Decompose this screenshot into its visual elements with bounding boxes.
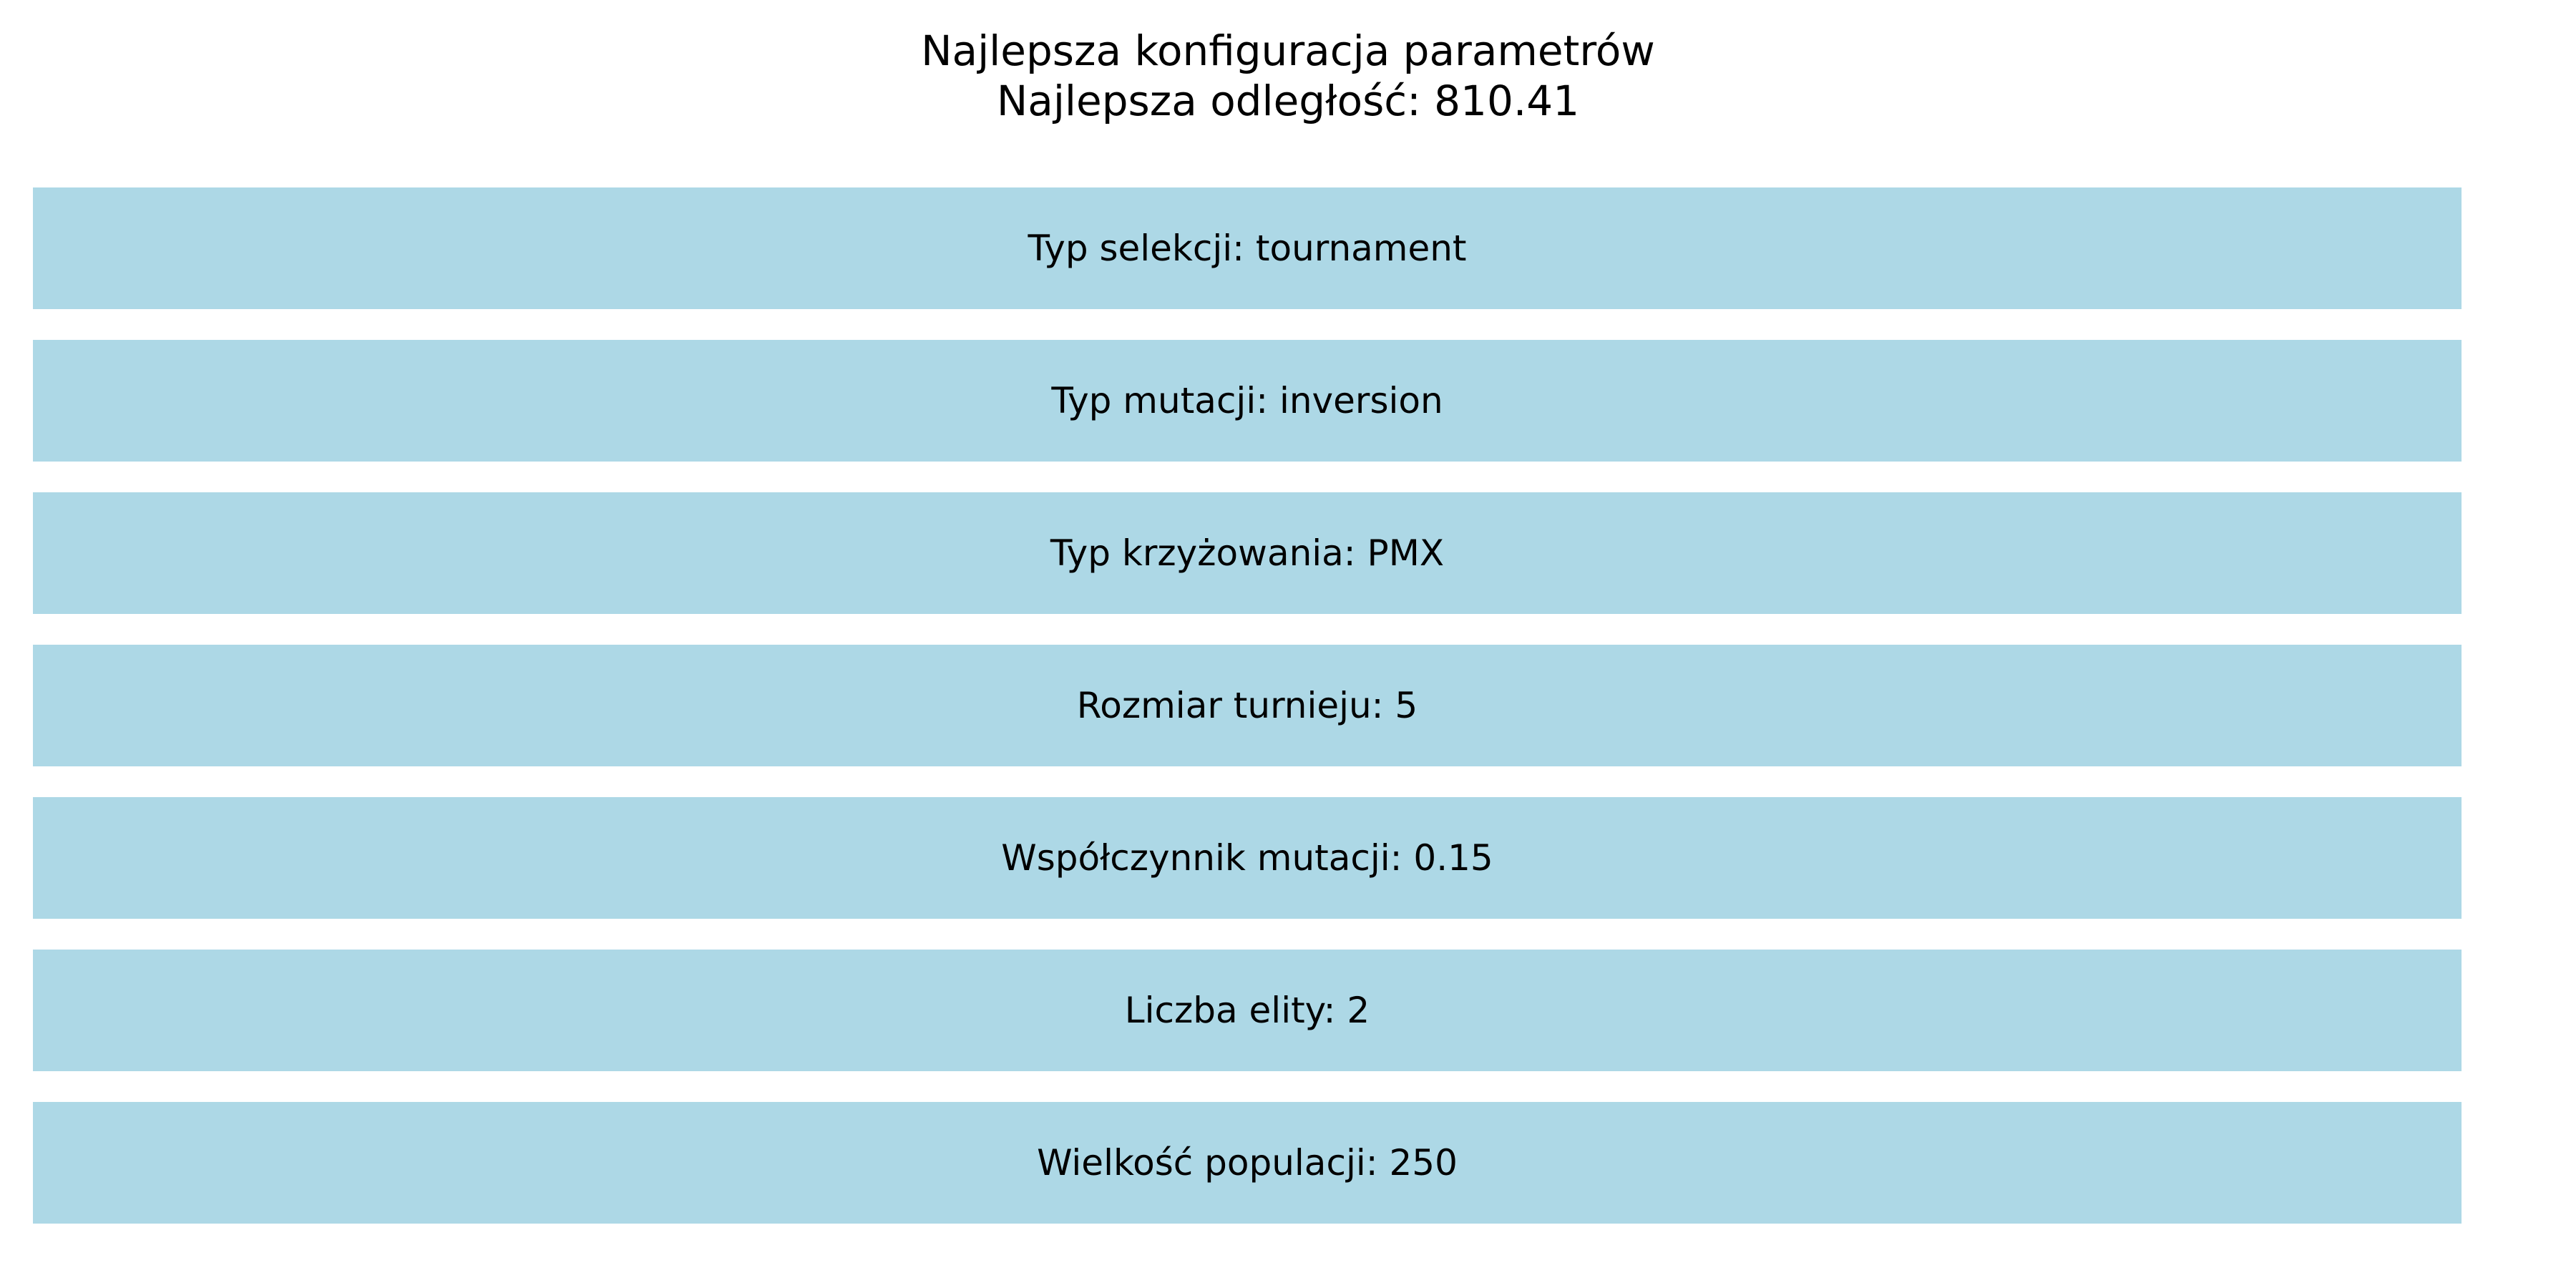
parameter-label: Typ krzyżowania: PMX (1050, 532, 1444, 574)
parameter-label: Liczba elity: 2 (1125, 990, 1370, 1031)
chart-figure: Najlepsza konfiguracja parametrów Najlep… (0, 0, 2576, 1288)
parameter-label: Typ mutacji: inversion (1050, 380, 1443, 421)
parameter-label: Współczynnik mutacji: 0.15 (1001, 837, 1493, 879)
parameter-label: Rozmiar turnieju: 5 (1077, 685, 1418, 726)
parameter-label: Wielkość populacji: 250 (1037, 1142, 1458, 1184)
parameter-bars: Typ selekcji: tournament Typ mutacji: inv… (33, 187, 2462, 1224)
parameter-label: Typ selekcji: tournament (1027, 228, 1466, 269)
